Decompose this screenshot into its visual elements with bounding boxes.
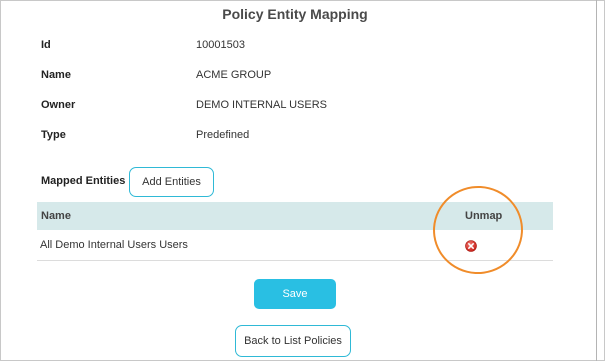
mapped-entities-table: Name Unmap All Demo Internal Users Users <box>37 202 553 261</box>
name-value: ACME GROUP <box>196 69 272 81</box>
column-header-name: Name <box>41 210 71 222</box>
id-value: 10001503 <box>196 39 245 51</box>
mapped-entities-label: Mapped Entities : <box>41 175 133 187</box>
back-to-list-policies-button[interactable]: Back to List Policies <box>235 325 351 357</box>
type-label: Type <box>41 129 66 141</box>
table-row: All Demo Internal Users Users <box>37 230 553 261</box>
page-title: Policy Entity Mapping <box>222 6 368 22</box>
owner-value: DEMO INTERNAL USERS <box>196 99 328 111</box>
scroll-edge <box>596 0 597 361</box>
owner-label: Owner <box>41 99 76 111</box>
type-value: Predefined <box>196 129 250 141</box>
id-label: Id <box>41 39 51 51</box>
entity-name-cell: All Demo Internal Users Users <box>40 239 188 251</box>
save-button[interactable]: Save <box>254 279 336 309</box>
remove-circle-icon[interactable] <box>465 239 477 252</box>
column-header-unmap: Unmap <box>465 210 503 222</box>
name-label: Name <box>41 69 71 81</box>
table-header: Name Unmap <box>37 202 553 230</box>
add-entities-button[interactable]: Add Entities <box>129 167 214 197</box>
